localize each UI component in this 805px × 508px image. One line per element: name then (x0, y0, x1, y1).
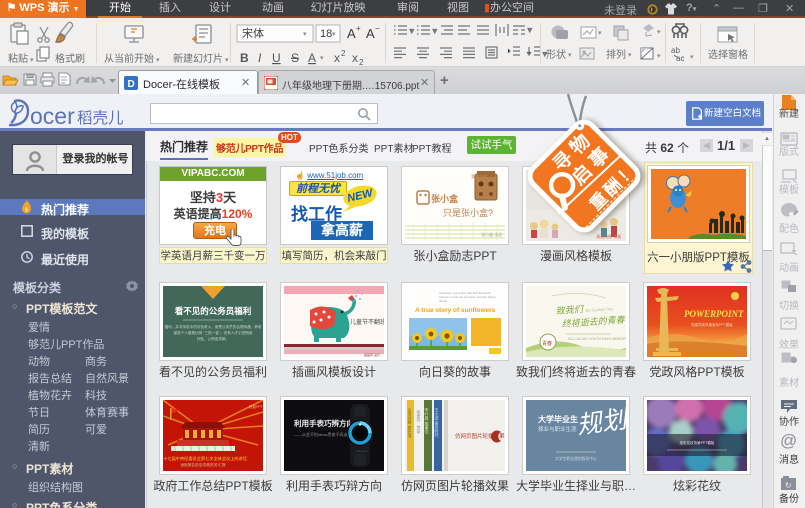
svg-text:▾: ▾ (433, 28, 437, 35)
svg-text:适用报告总结/党政机关/汇报: 适用报告总结/党政机关/汇报 (180, 462, 226, 467)
svg-text:王小波·黄金时代: 王小波·黄金时代 (435, 408, 440, 438)
svg-text:形状: 形状 (546, 48, 566, 61)
svg-text:▾: ▾ (410, 28, 414, 35)
svg-text:看不见的公务员福利: 看不见的公务员福利 (174, 306, 252, 316)
svg-text:青春: 青春 (542, 340, 552, 347)
svg-text:锐普PPT: 锐普PPT (249, 404, 263, 409)
svg-text:党建党政风格宣传PPT模板: 党建党政风格宣传PPT模板 (691, 322, 733, 327)
svg-text:D: D (128, 79, 135, 90)
svg-text:Sunrise to find the sunshine a: Sunrise to find the sunshine and the hap… (439, 295, 496, 299)
svg-text:大学毕业生: 大学毕业生 (538, 414, 578, 424)
svg-text:▾: ▾ (628, 52, 632, 59)
svg-text:things: things (439, 299, 448, 303)
svg-text:▾: ▾ (657, 29, 661, 36)
svg-text:18: 18 (320, 28, 332, 40)
svg-text:择业与职业生涯: 择业与职业生涯 (538, 425, 577, 433)
svg-text:ptdancer: ptdancer (356, 449, 368, 453)
svg-text:ocer: ocer (30, 103, 75, 129)
svg-text:A: A (308, 51, 316, 65)
svg-text:我是小盒: 我是小盒 (471, 173, 487, 179)
svg-text:S: S (291, 51, 299, 65)
svg-text:x: x (352, 51, 358, 65)
svg-text:A: A (366, 26, 375, 41)
svg-text:▾: ▾ (303, 31, 307, 38)
svg-text:只是张小盒?: 只是张小盒? (443, 207, 493, 218)
svg-text:炫彩花纹背景PPT模板: 炫彩花纹背景PPT模板 (680, 440, 715, 445)
svg-text:▾: ▾ (528, 27, 532, 34)
svg-text:稻壳儿: 稻壳儿 (77, 109, 124, 127)
svg-text:大学生职业规划指导中心: 大学生职业规划指导中心 (555, 456, 597, 461)
svg-text:I: I (258, 51, 262, 65)
svg-text:▾: ▾ (598, 30, 602, 37)
svg-text:漫画风格·模板: 漫画风格·模板 (596, 233, 621, 239)
svg-text:张小盒·出品: 张小盒·出品 (481, 231, 502, 237)
svg-text:ac: ac (676, 54, 684, 63)
svg-text:−: − (375, 24, 380, 33)
svg-text:利用手表巧辨方向: 利用手表巧辨方向 (293, 418, 354, 428)
svg-text:A: A (347, 26, 356, 41)
svg-text:@: @ (780, 431, 797, 450)
svg-text:↻: ↻ (785, 481, 792, 490)
svg-text:补贴，公积金贷款。: 补贴，公积金贷款。 (197, 336, 229, 341)
svg-text:——从此不怕ideas黑夜不再迷了路: ——从此不怕ideas黑夜不再迷了路 (294, 431, 356, 437)
svg-text:插画风·设计: 插画风·设计 (364, 352, 380, 357)
svg-text:保险个人缴费比例 "三险一金"，还有人才引进购房: 保险个人缴费比例 "三险一金"，还有人才引进购房 (173, 330, 252, 335)
svg-text:▾: ▾ (320, 55, 324, 62)
svg-text:SO-CALLED YOUTH DAYS MEMORY: SO-CALLED YOUTH DAYS MEMORY (568, 337, 626, 341)
svg-text:+: + (356, 24, 361, 33)
svg-text:张小盒: 张小盒 (431, 193, 459, 204)
svg-text:李叶眉·故事会: 李叶眉·故事会 (425, 407, 430, 434)
svg-text:选择窗格: 选择窗格 (708, 48, 748, 61)
svg-text:2: 2 (341, 49, 346, 58)
svg-text:宋体: 宋体 (242, 26, 264, 40)
svg-text:x: x (334, 51, 340, 65)
svg-text:▾: ▾ (690, 54, 694, 61)
svg-text:张爱玲 · 传奇: 张爱玲 · 传奇 (417, 409, 422, 435)
svg-text:POWERPOINT: POWERPOINT (684, 309, 744, 319)
svg-text:▾: ▾ (332, 31, 336, 38)
svg-text:U: U (272, 51, 281, 65)
svg-text:▾: ▾ (657, 53, 661, 60)
svg-text:在十七届中央纪委员会第七次全体会议上的讲话: 在十七届中央纪委员会第七次全体会议上的讲话 (163, 455, 247, 462)
svg-text:排列: 排列 (606, 48, 626, 61)
svg-text:B: B (240, 51, 249, 65)
svg-text:儿童节不翻班: 儿童节不翻班 (350, 318, 384, 326)
svg-text:2: 2 (359, 58, 364, 67)
svg-text:论语别裁·南怀瑾: 论语别裁·南怀瑾 (408, 407, 413, 438)
svg-text:A true story of sunflowers: A true story of sunflowers (415, 307, 496, 314)
svg-text:福利，并非传说中的灰色收入，而是公务员的合理待遇，养老: 福利，并非传说中的灰色收入，而是公务员的合理待遇，养老 (164, 324, 261, 329)
svg-text:▾: ▾ (568, 52, 572, 59)
